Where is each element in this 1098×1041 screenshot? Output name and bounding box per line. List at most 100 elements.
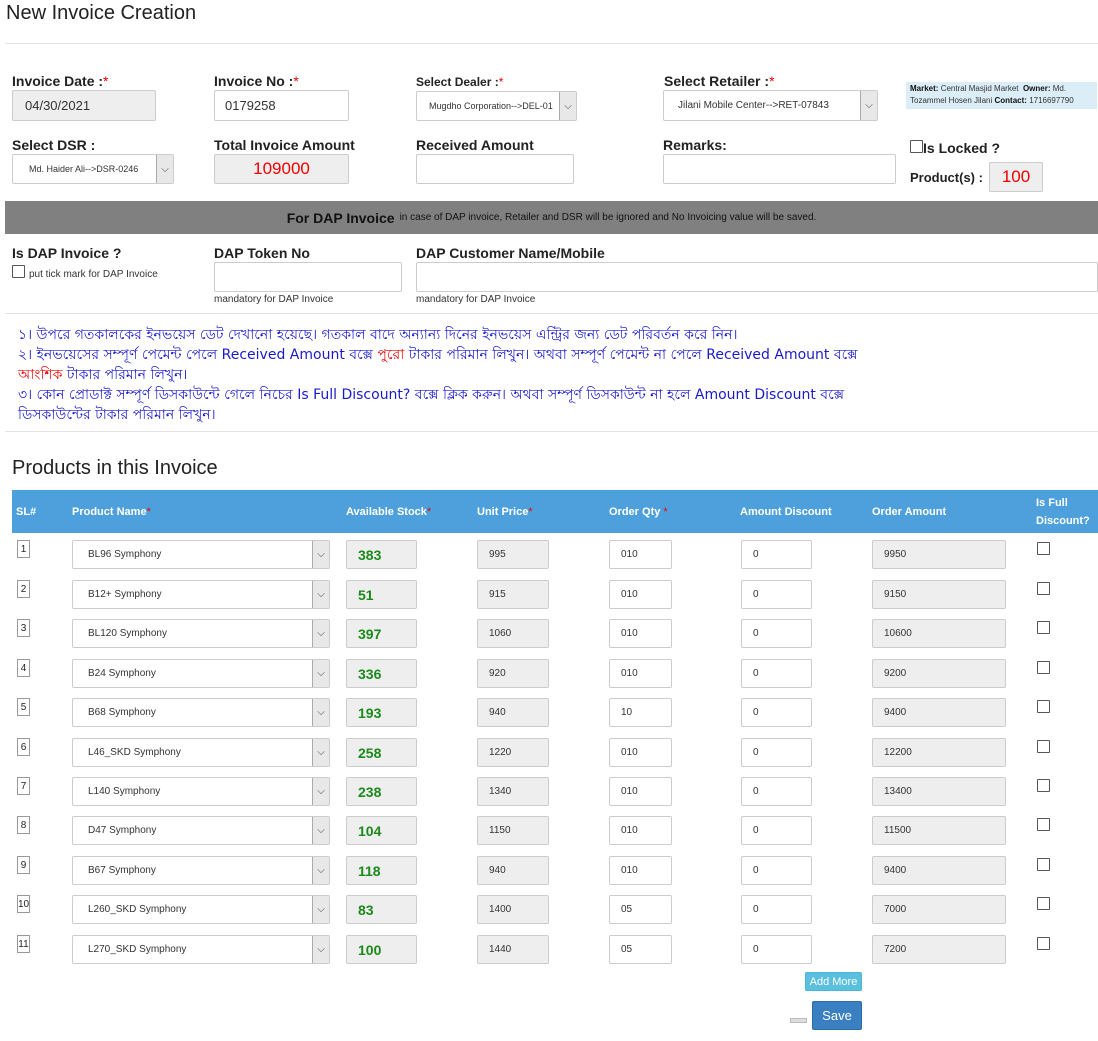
divider — [5, 313, 1098, 314]
row-sl-text: 2 — [20, 583, 27, 595]
amount-discount-field[interactable]: 0 — [741, 816, 812, 845]
retailer-select[interactable]: Jilani Mobile Center-->RET-07843 ⌵ — [663, 90, 878, 121]
product-select[interactable]: L46_SKD Symphony ⌵ — [72, 738, 330, 767]
available-stock-field: 104 — [346, 816, 417, 845]
dap-customer-hint: mandatory for DAP Invoice — [416, 294, 536, 305]
full-discount-checkbox[interactable] — [1037, 582, 1050, 595]
amount-discount-field[interactable]: 0 — [741, 935, 812, 964]
dealer-select-value: Mugdho Corporation-->DEL-01 — [429, 101, 553, 111]
order-qty-field-text: 05 — [621, 904, 633, 915]
amount-discount-field[interactable]: 0 — [741, 659, 812, 688]
row-sl-text: 7 — [20, 780, 27, 792]
amount-discount-field[interactable]: 0 — [741, 619, 812, 648]
chevron-down-icon: ⌵ — [312, 936, 329, 963]
row-sl-text: 9 — [20, 859, 27, 871]
row-sl: 3 — [17, 619, 30, 637]
order-qty-field[interactable]: 010 — [609, 619, 672, 648]
available-stock-field: 238 — [346, 777, 417, 806]
add-more-button[interactable]: Add More — [805, 972, 862, 991]
unit-price-field-text: 1400 — [489, 904, 512, 915]
product-select[interactable]: B67 Symphony ⌵ — [72, 856, 330, 885]
available-stock-field-text: 383 — [358, 546, 382, 563]
product-select[interactable]: B12+ Symphony ⌵ — [72, 580, 330, 609]
row-sl-text: 5 — [20, 701, 27, 713]
full-discount-checkbox[interactable] — [1037, 937, 1050, 950]
order-qty-field[interactable]: 010 — [609, 738, 672, 767]
full-discount-checkbox[interactable] — [1037, 621, 1050, 634]
dap-token-field[interactable] — [214, 262, 402, 292]
order-amount-field: 10600 — [872, 619, 1006, 648]
unit-price-field-text: 1150 — [489, 825, 511, 836]
full-discount-checkbox[interactable] — [1037, 700, 1050, 713]
remarks-field[interactable] — [663, 154, 896, 184]
product-select[interactable]: BL96 Symphony ⌵ — [72, 540, 330, 569]
order-qty-field[interactable]: 010 — [609, 580, 672, 609]
invoice-date-field[interactable]: 04/30/2021 — [12, 90, 156, 121]
amount-discount-field[interactable]: 0 — [741, 895, 812, 924]
product-select[interactable]: B68 Symphony ⌵ — [72, 698, 330, 727]
small-button[interactable] — [790, 1018, 807, 1023]
unit-price-field-text: 1060 — [489, 628, 512, 639]
row-sl: 11 — [17, 935, 30, 953]
product-select[interactable]: L140 Symphony ⌵ — [72, 777, 330, 806]
products-section-title: Products in this Invoice — [12, 457, 218, 479]
page-title: New Invoice Creation — [6, 2, 197, 24]
dealer-label: Select Dealer :* — [416, 75, 504, 89]
order-qty-field[interactable]: 10 — [609, 698, 672, 727]
chevron-down-icon: ⌵ — [156, 155, 173, 183]
products-count-label: Product(s) : — [910, 170, 983, 185]
received-amount-label: Received Amount — [416, 137, 534, 153]
dap-customer-field[interactable] — [416, 262, 1098, 292]
order-qty-field[interactable]: 010 — [609, 816, 672, 845]
amount-discount-field[interactable]: 0 — [741, 856, 812, 885]
is-dap-checkbox[interactable] — [12, 265, 25, 278]
product-select[interactable]: L270_SKD Symphony ⌵ — [72, 935, 330, 964]
amount-discount-field[interactable]: 0 — [741, 540, 812, 569]
amount-discount-field[interactable]: 0 — [741, 698, 812, 727]
unit-price-field: 1150 — [477, 816, 549, 845]
received-amount-field[interactable] — [416, 154, 574, 184]
full-discount-checkbox[interactable] — [1037, 858, 1050, 871]
full-discount-checkbox[interactable] — [1037, 897, 1050, 910]
available-stock-field-text: 258 — [358, 744, 382, 761]
order-qty-field[interactable]: 010 — [609, 856, 672, 885]
order-amount-field: 11500 — [872, 816, 1006, 845]
dap-tick-hint: put tick mark for DAP Invoice — [29, 269, 158, 280]
order-qty-field[interactable]: 05 — [609, 935, 672, 964]
is-locked-checkbox[interactable] — [910, 140, 923, 153]
product-select[interactable]: B24 Symphony ⌵ — [72, 659, 330, 688]
order-qty-field[interactable]: 05 — [609, 895, 672, 924]
unit-price-field-text: 1220 — [489, 747, 512, 758]
order-amount-field: 9200 — [872, 659, 1006, 688]
full-discount-checkbox[interactable] — [1037, 542, 1050, 555]
product-select[interactable]: BL120 Symphony ⌵ — [72, 619, 330, 648]
full-discount-checkbox[interactable] — [1037, 740, 1050, 753]
save-button[interactable]: Save — [812, 1001, 862, 1030]
dealer-select[interactable]: Mugdho Corporation-->DEL-01 ⌵ — [416, 91, 577, 121]
dsr-select[interactable]: Md. Haider Ali-->DSR-0246 ⌵ — [12, 154, 174, 184]
chevron-down-icon: ⌵ — [312, 541, 329, 568]
amount-discount-field[interactable]: 0 — [741, 777, 812, 806]
row-sl: 2 — [17, 580, 30, 598]
available-stock-field-text: 238 — [358, 783, 382, 800]
full-discount-checkbox[interactable] — [1037, 779, 1050, 792]
col-order-qty: Order Qty * — [609, 505, 668, 518]
full-discount-checkbox[interactable] — [1037, 661, 1050, 674]
available-stock-field-text: 83 — [358, 901, 374, 918]
product-select[interactable]: L260_SKD Symphony ⌵ — [72, 895, 330, 924]
order-qty-field[interactable]: 010 — [609, 777, 672, 806]
amount-discount-field[interactable]: 0 — [741, 738, 812, 767]
full-discount-checkbox[interactable] — [1037, 818, 1050, 831]
amount-discount-field[interactable]: 0 — [741, 580, 812, 609]
dsr-label: Select DSR : — [12, 137, 96, 153]
available-stock-field: 51 — [346, 580, 417, 609]
product-select-text: BL120 Symphony — [88, 628, 167, 639]
invoice-no-field[interactable]: 0179258 — [214, 90, 349, 121]
product-select[interactable]: D47 Symphony ⌵ — [72, 816, 330, 845]
order-qty-field[interactable]: 010 — [609, 540, 672, 569]
col-product-name: Product Name * — [72, 505, 151, 518]
col-sl: SL# — [16, 505, 37, 518]
available-stock-field-text: 118 — [358, 862, 381, 879]
row-sl-text: 8 — [20, 819, 27, 831]
order-qty-field[interactable]: 010 — [609, 659, 672, 688]
